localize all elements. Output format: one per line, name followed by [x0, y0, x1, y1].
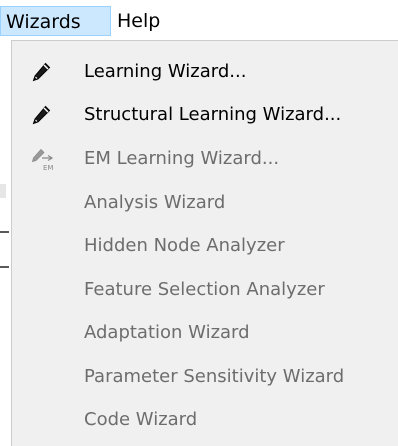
menu-item-label: Hidden Node Analyzer	[84, 235, 285, 256]
menu-item-label: EM Learning Wizard...	[84, 148, 280, 169]
menu-item-learning-wizard[interactable]: Learning Wizard...	[12, 52, 398, 92]
menu-item-analysis-wizard[interactable]: Analysis Wizard	[12, 183, 398, 223]
wizards-dropdown-menu: Learning Wizard... Structural Learning W…	[11, 40, 398, 446]
menu-item-label: Feature Selection Analyzer	[84, 279, 325, 300]
menu-item-label: Code Wizard	[84, 409, 198, 430]
background-control	[0, 184, 6, 198]
menu-item-em-learning-wizard[interactable]: EM EM Learning Wizard...	[12, 139, 398, 179]
pen-icon	[30, 61, 52, 83]
svg-text:EM: EM	[43, 164, 53, 172]
menu-item-adaptation-wizard[interactable]: Adaptation Wizard	[12, 313, 398, 353]
menu-bar: Wizards Help	[0, 0, 398, 40]
background-window-edge	[0, 40, 11, 446]
menu-wizards[interactable]: Wizards	[0, 6, 111, 36]
menu-item-label: Parameter Sensitivity Wizard	[84, 366, 345, 387]
menu-item-parameter-sensitivity-wizard[interactable]: Parameter Sensitivity Wizard	[12, 357, 398, 397]
menu-item-label: Learning Wizard...	[84, 61, 247, 82]
pen-icon	[30, 104, 52, 126]
menu-item-label: Structural Learning Wizard...	[84, 104, 342, 125]
menu-item-label: Analysis Wizard	[84, 192, 226, 213]
menu-item-code-wizard[interactable]: Code Wizard	[12, 400, 398, 440]
background-line	[0, 231, 9, 233]
menu-item-feature-selection-analyzer[interactable]: Feature Selection Analyzer	[12, 270, 398, 310]
background-line	[0, 266, 9, 268]
menu-help[interactable]: Help	[116, 6, 160, 36]
menu-item-structural-learning-wizard[interactable]: Structural Learning Wizard...	[12, 95, 398, 135]
menu-item-hidden-node-analyzer[interactable]: Hidden Node Analyzer	[12, 226, 398, 266]
menu-item-label: Adaptation Wizard	[84, 322, 250, 343]
em-pen-icon: EM	[30, 148, 53, 172]
